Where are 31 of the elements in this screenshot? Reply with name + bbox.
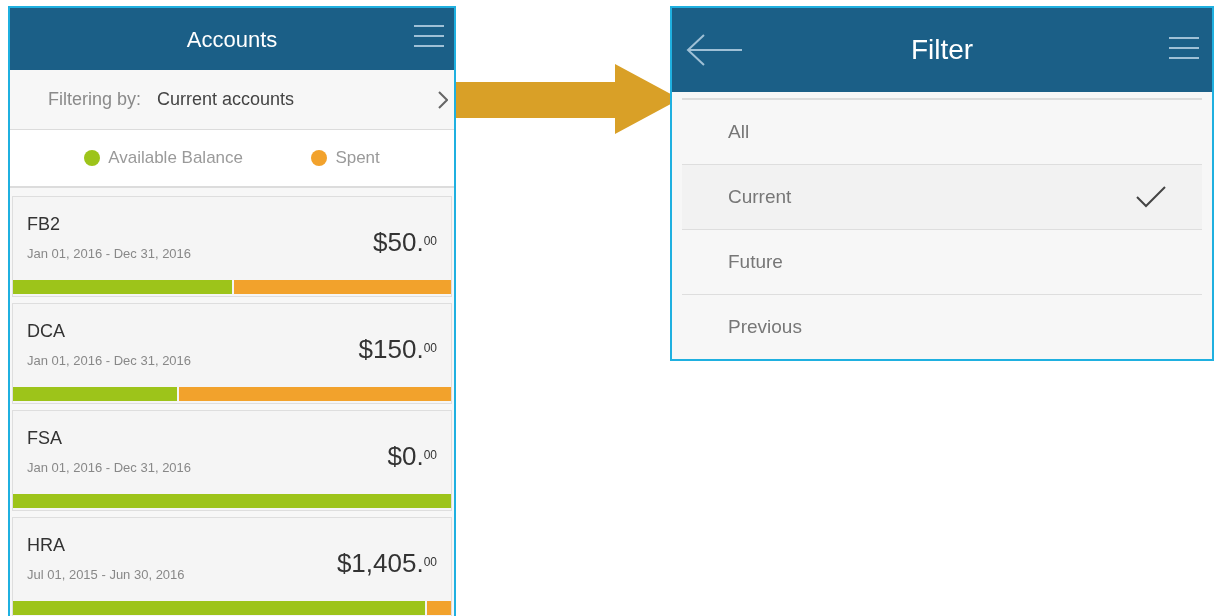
account-card[interactable]: FSA Jan 01, 2016 - Dec 31, 2016 $0.$^{00}$: [12, 410, 452, 511]
legend-label: Spent: [335, 147, 380, 170]
account-name: HRA: [27, 534, 66, 557]
filter-value: Current accounts: [157, 88, 295, 111]
account-amount: $150.$^{00}$: [358, 333, 437, 366]
filter-option[interactable]: Previous: [682, 295, 1202, 359]
menu-icon[interactable]: [414, 24, 444, 48]
account-period: Jan 01, 2016 - Dec 31, 2016: [27, 245, 192, 263]
filter-option[interactable]: Future: [682, 230, 1202, 295]
account-card[interactable]: FB2 Jan 01, 2016 - Dec 31, 2016 $50.$^{00}$: [12, 196, 452, 297]
screen-title: Accounts: [186, 25, 278, 54]
account-amount: $0.$^{00}$: [387, 440, 437, 473]
filter-label: Filtering by:: [48, 88, 142, 111]
account-card[interactable]: HRA Jul 01, 2015 - Jun 30, 2016 $1,405.$^{00}$: [12, 517, 452, 616]
account-period: Jan 01, 2016 - Dec 31, 2016: [27, 459, 192, 477]
account-amount: $50.$^{00}$: [373, 226, 437, 259]
chevron-icon: [438, 91, 448, 109]
account-name: FB2: [27, 213, 61, 236]
account-name: FSA: [27, 427, 63, 450]
account-name: DCA: [27, 320, 66, 343]
check-icon: [1136, 186, 1166, 208]
menu-icon[interactable]: [1166, 36, 1202, 60]
account-amount: $1,405.$^{00}$: [336, 547, 437, 580]
screen-title: Filter: [910, 33, 974, 67]
spent-fill: [426, 601, 451, 615]
account-card[interactable]: DCA Jan 01, 2016 - Dec 31, 2016 $150.$^{00}$: [12, 303, 452, 404]
back-icon[interactable]: [686, 34, 742, 66]
account-period: Jul 01, 2015 - Jun 30, 2016: [27, 566, 185, 584]
legend-label: Available Balance: [108, 147, 243, 170]
filter-option[interactable]: Current: [682, 165, 1202, 230]
account-period: Jan 01, 2016 - Dec 31, 2016: [27, 352, 192, 370]
